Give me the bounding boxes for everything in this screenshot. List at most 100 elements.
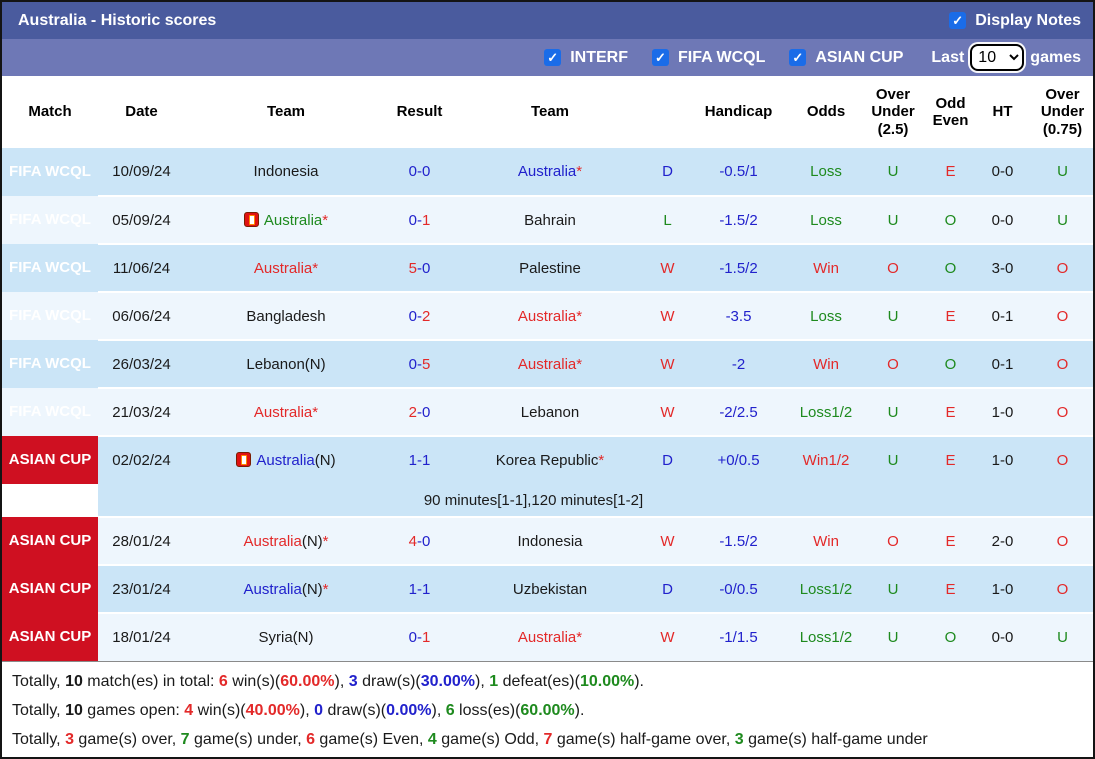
match-date: 02/02/24 xyxy=(98,435,185,484)
text-segment: 1 xyxy=(422,452,431,469)
text-segment: -2 xyxy=(731,355,746,373)
text-segment: 10 xyxy=(65,673,83,690)
last-games-select[interactable]: 10 xyxy=(970,44,1025,71)
red-card-icon xyxy=(243,211,259,227)
text-segment: game(s) half-game under xyxy=(743,731,928,748)
interf-checkbox[interactable]: ✓ xyxy=(544,49,562,66)
over-under-075: U xyxy=(1028,148,1093,196)
away-team: Lebanon xyxy=(452,387,648,436)
text-segment: Syria(N) xyxy=(258,629,314,646)
text-segment: Indonesia xyxy=(517,532,583,550)
score: 5-0 xyxy=(387,243,452,292)
totals-line-matches: Totally, 10 match(es) in total: 6 win(s)… xyxy=(12,667,1083,696)
odd-even: O xyxy=(924,243,977,292)
handicap: -1.5/2 xyxy=(687,195,790,244)
text-segment: D xyxy=(662,452,673,469)
over-under-075: O xyxy=(1028,291,1093,340)
text-segment: -1.5/2 xyxy=(719,211,758,229)
table-row: FIFA WCQL 26/03/24 Lebanon(N) 0-5 Australia*… xyxy=(2,339,1093,388)
text-segment: Australia xyxy=(517,163,577,180)
text-segment: O xyxy=(1056,259,1069,277)
text-segment: (N) xyxy=(314,452,336,469)
text-segment: ), xyxy=(334,673,349,690)
text-segment: Bangladesh xyxy=(246,307,326,325)
text-segment: win(s)( xyxy=(193,702,246,719)
away-team: Australia* xyxy=(452,291,648,340)
result-letter: W xyxy=(648,339,687,388)
table-row: FIFA WCQL 06/06/24 Bangladesh 0-2 Australia*… xyxy=(2,291,1093,340)
asian-cup-checkbox[interactable]: ✓ xyxy=(789,49,807,66)
match-competition: FIFA WCQL xyxy=(2,244,98,292)
over-under-075: O xyxy=(1028,243,1093,292)
over-under-075: O xyxy=(1028,516,1093,565)
header-odd-even: Odd Even xyxy=(924,76,977,148)
text-segment: O xyxy=(1056,580,1069,598)
handicap: -2 xyxy=(687,339,790,388)
odd-even: E xyxy=(924,435,977,484)
score: 0-2 xyxy=(387,291,452,340)
text-segment: 0 xyxy=(422,259,431,277)
text-segment: O xyxy=(1056,403,1069,421)
header-team-home: Team xyxy=(185,76,387,148)
text-segment: 3 xyxy=(734,731,744,748)
text-segment: 1-0 xyxy=(991,452,1014,469)
text-segment: ), xyxy=(431,702,446,719)
text-segment: L xyxy=(663,211,672,229)
fifa-wcql-checkbox[interactable]: ✓ xyxy=(651,49,669,66)
result-letter: D xyxy=(648,564,687,613)
odd-even: E xyxy=(924,387,977,436)
text-segment: -1.5/2 xyxy=(719,259,758,277)
text-segment: Korea Republic xyxy=(495,452,599,469)
text-segment: ). xyxy=(634,673,644,690)
text-segment: Totally, xyxy=(12,731,66,748)
text-segment: O xyxy=(1056,307,1069,325)
over-under-25: U xyxy=(862,148,924,196)
half-time-score: 1-0 xyxy=(977,387,1028,436)
text-segment: Loss1/2 xyxy=(799,580,853,598)
text-segment: E xyxy=(945,307,956,325)
text-segment: 30.00% xyxy=(420,673,476,690)
text-segment: 60.00% xyxy=(280,673,335,690)
text-segment: O xyxy=(944,211,957,229)
filter-interf: ✓ INTERF xyxy=(544,49,628,67)
home-team: Australia* xyxy=(185,195,387,244)
handicap-odds: Win1/2 xyxy=(790,435,862,484)
half-time-score: 0-1 xyxy=(977,291,1028,340)
result-letter: D xyxy=(648,435,687,484)
text-segment: 1 xyxy=(408,580,417,598)
extra-time-note: 90 minutes[1-1],120 minutes[1-2] xyxy=(98,484,1093,517)
text-segment: Australia xyxy=(253,259,313,277)
text-segment: -0/0.5 xyxy=(719,580,758,598)
extra-time-note-row: 90 minutes[1-1],120 minutes[1-2] xyxy=(2,484,1093,517)
match-date: 18/01/24 xyxy=(98,612,185,661)
app-window: Australia - Historic scores ✓ Display No… xyxy=(0,0,1095,759)
score: 0-1 xyxy=(387,612,452,661)
header-over-under-25: Over Under (2.5) xyxy=(862,76,924,148)
away-team: Palestine xyxy=(452,243,648,292)
result-letter: W xyxy=(648,516,687,565)
text-segment: U xyxy=(887,403,899,421)
over-under-075: O xyxy=(1028,435,1093,484)
text-segment: game(s) under, xyxy=(189,731,307,748)
title-bar: Australia - Historic scores ✓ Display No… xyxy=(2,2,1093,39)
header-result: Result xyxy=(387,76,452,148)
handicap-odds: Win xyxy=(790,339,862,388)
text-segment: O xyxy=(944,259,957,277)
text-segment: W xyxy=(660,355,675,373)
text-segment: -1.5/2 xyxy=(719,532,758,550)
text-segment: O xyxy=(887,259,899,277)
text-segment: 0 xyxy=(408,163,417,180)
text-segment: Palestine xyxy=(519,259,581,277)
text-segment: W xyxy=(660,403,675,421)
result-letter: W xyxy=(648,243,687,292)
match-date: 21/03/24 xyxy=(98,387,185,436)
half-time-score: 0-0 xyxy=(977,612,1028,661)
text-segment: 0-1 xyxy=(991,307,1014,325)
text-segment: win(s)( xyxy=(227,673,281,690)
handicap-odds: Loss xyxy=(790,291,862,340)
odd-even: E xyxy=(924,564,977,613)
text-segment: Totally, xyxy=(12,673,66,690)
text-segment: 0.00% xyxy=(386,702,432,719)
text-segment: 0 xyxy=(422,403,431,421)
display-notes-checkbox[interactable]: ✓ xyxy=(949,12,967,29)
